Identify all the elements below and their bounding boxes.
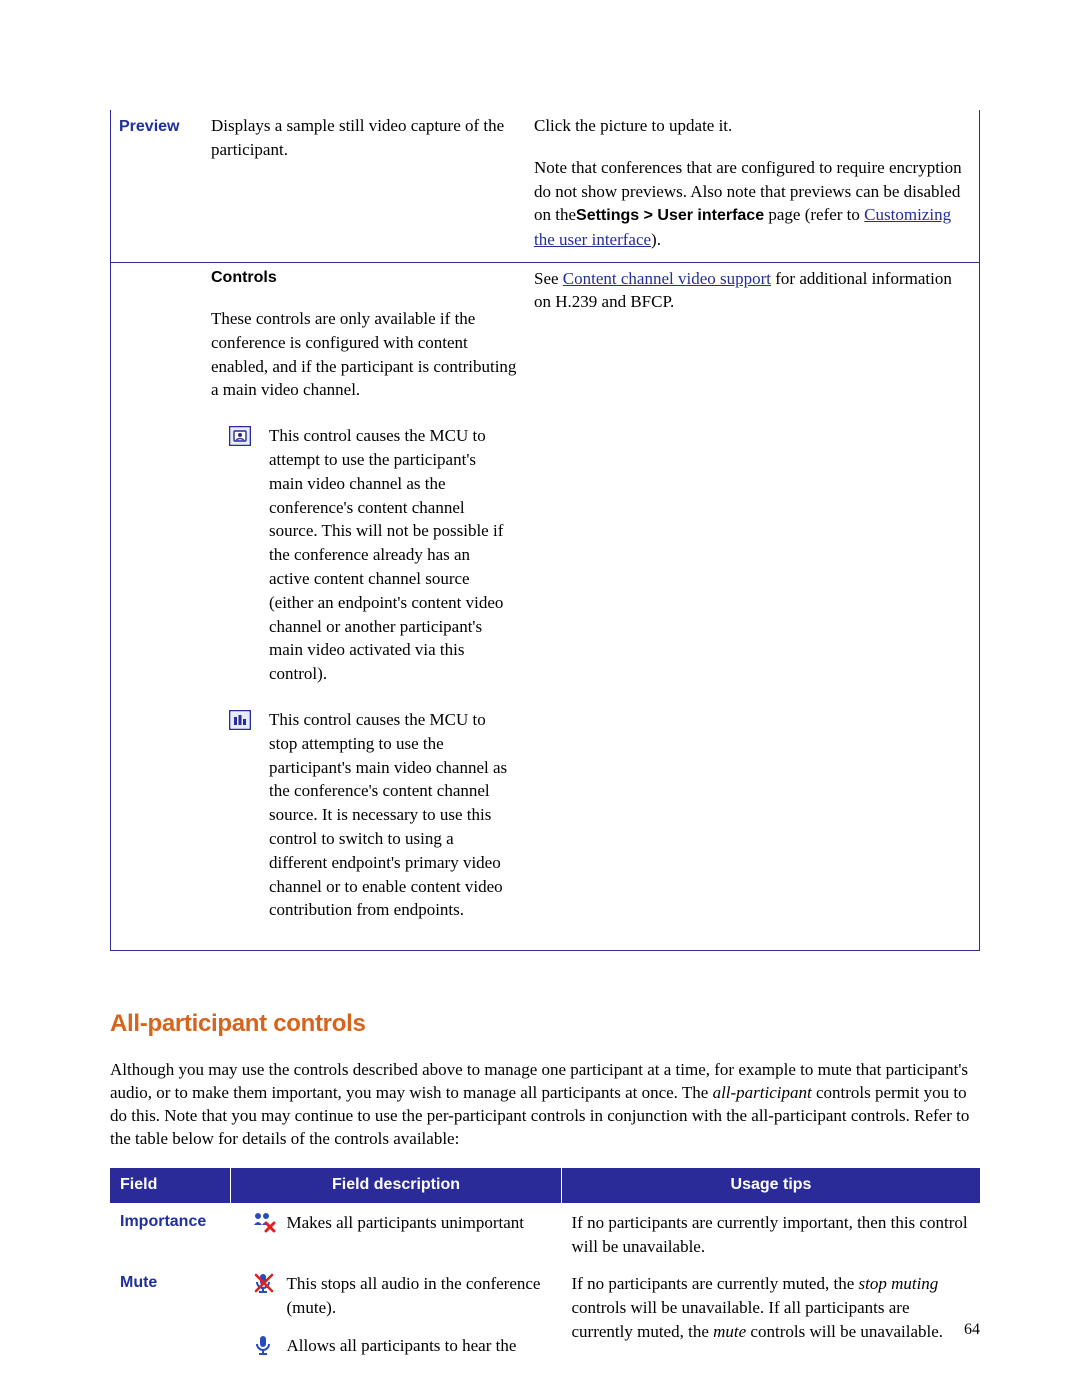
section-paragraph: Although you may use the controls descri… <box>110 1059 980 1151</box>
content-channel-link[interactable]: Content channel video support <box>563 269 771 288</box>
table-row: Importance <box>110 1203 980 1265</box>
unmute-all-icon <box>254 1341 274 1360</box>
controls-item2: This control causes the MCU to stop atte… <box>269 708 518 922</box>
page-number: 64 <box>964 1319 980 1341</box>
importance-tip: If no participants are currently importa… <box>562 1203 981 1265</box>
controls-desc: These controls are only available if the… <box>211 307 518 402</box>
mute-all-icon <box>253 1279 275 1298</box>
importance-label: Importance <box>110 1203 231 1265</box>
mute-label: Mute <box>110 1264 231 1368</box>
table-row: Mute This s <box>110 1264 980 1368</box>
document-page: Preview Displays a sample still video ca… <box>0 0 1080 1397</box>
unimportant-all-icon <box>252 1218 276 1237</box>
use-as-content-icon <box>229 426 251 453</box>
th-field: Field <box>110 1168 231 1202</box>
stop-content-icon <box>229 710 251 737</box>
mute-desc1: This stops all audio in the conference (… <box>287 1272 552 1320</box>
th-field-desc: Field description <box>231 1168 562 1202</box>
importance-desc: Makes all participants unimportant <box>287 1211 552 1235</box>
section-title: All-participant controls <box>110 1007 980 1041</box>
controls-tip: See Content channel video support for ad… <box>534 269 952 312</box>
preview-tip2: Note that conferences that are configure… <box>534 156 969 252</box>
controls-label: Controls <box>211 267 518 289</box>
preview-tip1: Click the picture to update it. <box>534 114 969 138</box>
controls-item1: This control causes the MCU to attempt t… <box>269 424 518 686</box>
th-usage-tips: Usage tips <box>562 1168 981 1202</box>
preview-desc: Displays a sample still video capture of… <box>211 116 504 159</box>
mute-desc2: Allows all participants to hear the <box>287 1334 552 1358</box>
all-participant-table: Field Field description Usage tips Impor… <box>110 1168 980 1368</box>
mute-tip: If no participants are currently muted, … <box>562 1264 981 1368</box>
preview-label: Preview <box>119 118 179 135</box>
table-preview-controls: Preview Displays a sample still video ca… <box>110 110 980 951</box>
